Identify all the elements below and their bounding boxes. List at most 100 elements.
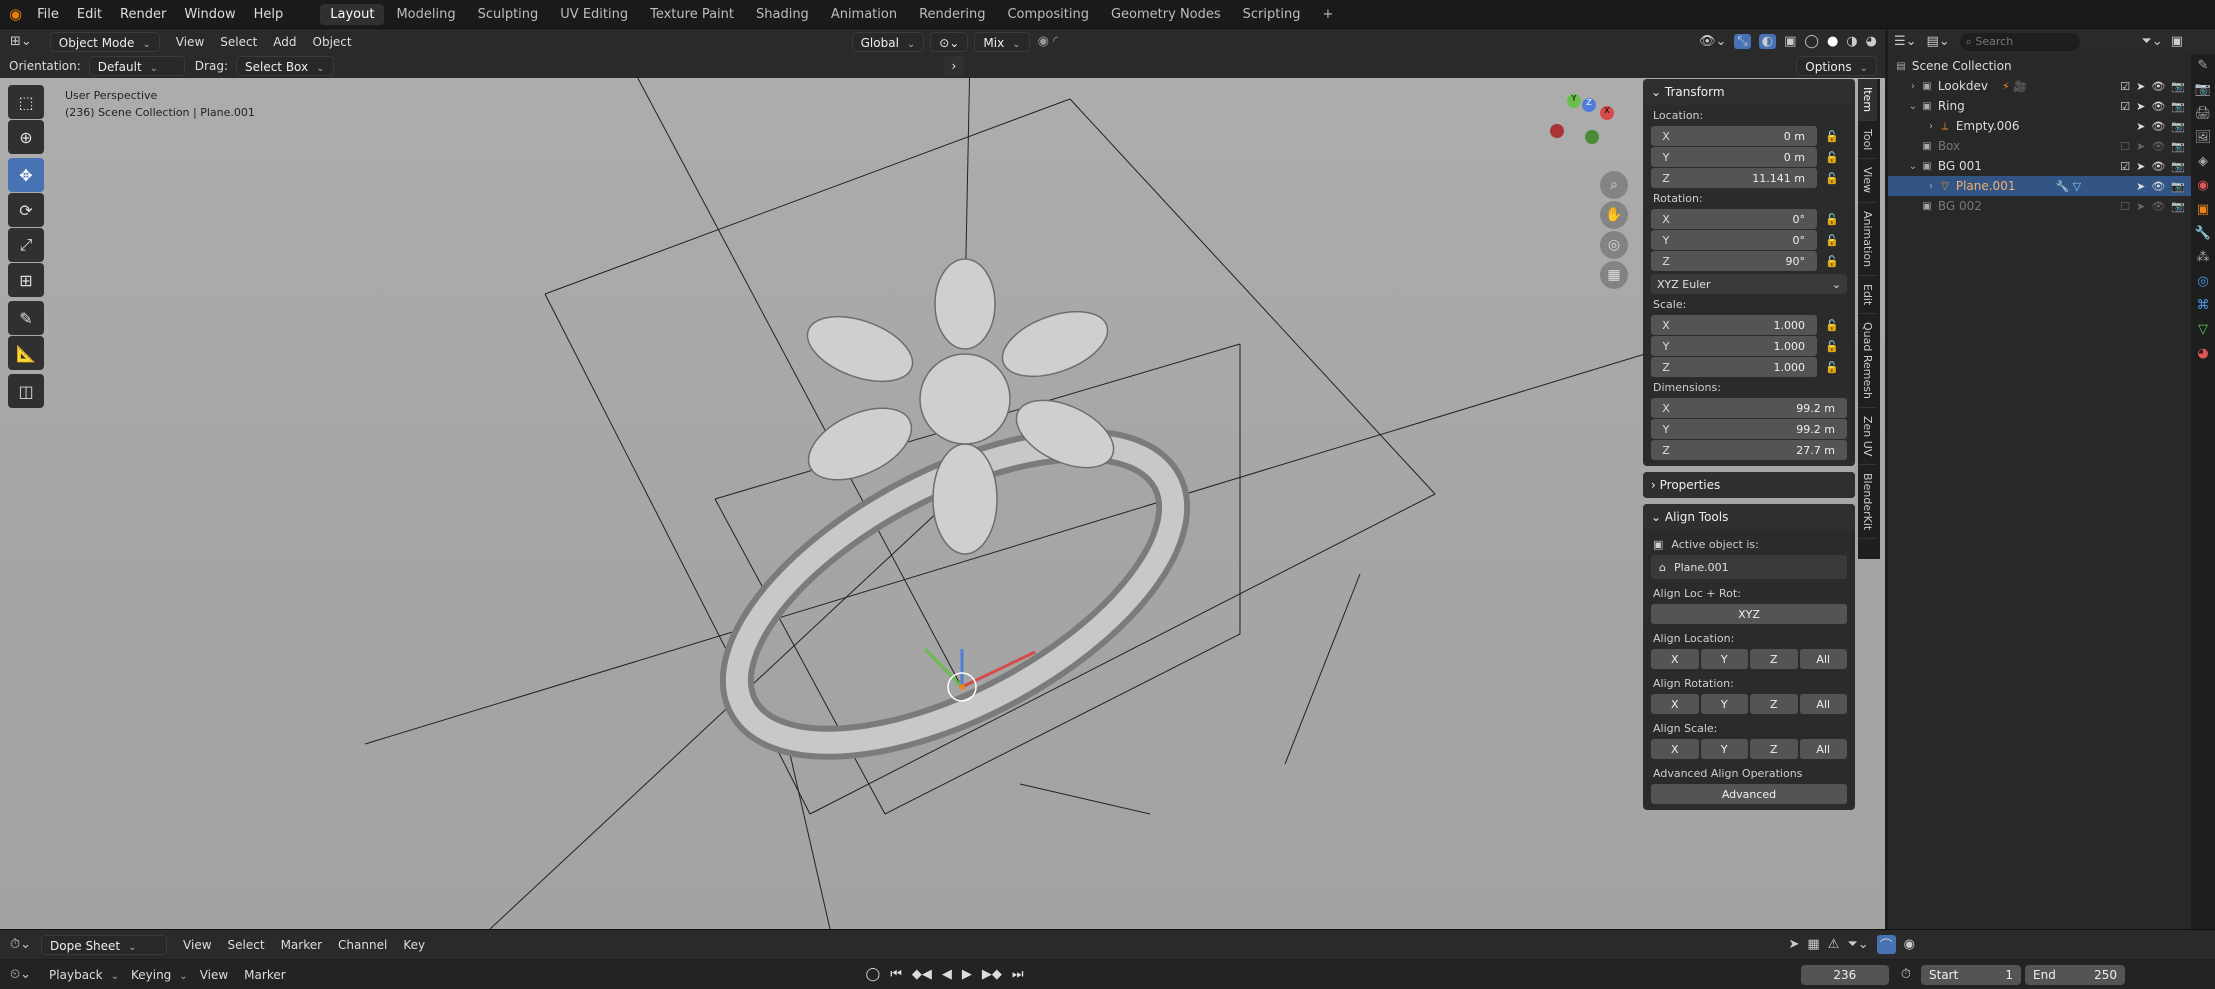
lock-icon[interactable]: 🔓 [1825,151,1839,164]
checkbox-icon[interactable]: ☑ [2120,80,2130,93]
scale-icon[interactable]: ⤢ [8,228,44,262]
object-props-icon[interactable]: ▣ [2191,198,2215,222]
tab-rendering[interactable]: Rendering [909,4,995,25]
rendered-shading-icon[interactable]: ◕ [1866,34,1877,49]
jump-end-icon[interactable]: ⏭ [1012,967,1024,982]
dopesheet-snap-icon[interactable]: ⌒ [1876,935,1896,954]
expand-icon[interactable]: › [1906,81,1920,92]
checkbox-icon[interactable]: ☑ [2120,100,2130,113]
prev-keyframe-icon[interactable]: ◆◀ [912,967,932,982]
move-icon[interactable]: ✥ [8,158,44,192]
outliner-row-lookdev[interactable]: › ▣ Lookdev ⚡ 🎥 ☑ ➤ 👁 📷 [1888,76,2215,96]
options-dropdown[interactable]: Options [1796,56,1877,76]
data-props-icon[interactable]: ▽ [2191,318,2215,342]
transform-header[interactable]: ⌄ Transform [1643,79,1855,105]
tab-sculpting[interactable]: Sculpting [468,4,549,25]
clock-icon[interactable]: ⏱ [1901,967,1911,982]
proportional-edit-icon[interactable]: ◉ ◜ [1038,34,1059,49]
select-arrow-icon[interactable]: ➤ [2136,160,2145,173]
lock-icon[interactable]: 🔓 [1825,234,1839,247]
tab-edit[interactable]: Edit [1858,276,1877,314]
axis-z-icon[interactable]: Z [1582,98,1596,112]
dopesheet-key[interactable]: Key [403,938,425,952]
align-rot-y-button[interactable]: Y [1700,694,1748,714]
new-collection-icon[interactable]: ▣ [2171,34,2183,49]
lock-icon[interactable]: 🔓 [1825,172,1839,185]
annotate-icon[interactable]: ✎ [8,301,44,335]
output-props-icon[interactable]: 🖨 [2191,102,2215,126]
tab-item[interactable]: Item [1858,79,1877,122]
view-layer-icon[interactable]: 🖼 [2191,126,2215,150]
menu-file[interactable]: File [28,7,68,22]
checkbox-icon[interactable]: ☐ [2120,140,2130,153]
material-props-icon[interactable]: ◕ [2191,342,2215,366]
tab-scripting[interactable]: Scripting [1233,4,1311,25]
camera-icon[interactable]: 📷 [2171,100,2185,113]
drag-dropdown[interactable]: Select Box [235,56,334,76]
overlay-icon[interactable]: ◐ [1758,34,1777,49]
current-frame-field[interactable]: 236 [1800,964,1889,985]
menu-view[interactable]: View [176,35,204,49]
outliner-row-plane-001[interactable]: › ▽ Plane.001 🔧 ▽ ➤ 👁 📷 [1888,176,2215,196]
axis-neg-y-icon[interactable] [1585,130,1599,144]
eye-icon[interactable]: 👁 [2151,100,2165,113]
world-props-icon[interactable]: ◉ [2191,174,2215,198]
outliner-row-bg-002[interactable]: ▣ BG 002 ☐ ➤ 👁 📷 [1888,196,2215,216]
add-cube-icon[interactable]: ◫ [8,374,44,408]
timeline-marker[interactable]: Marker [244,968,285,982]
tool-props-icon[interactable]: ✎ [2191,54,2215,78]
eye-icon[interactable]: 👁 [2151,140,2165,153]
collapse-icon[interactable]: ⌄ [1906,101,1920,112]
snap-mix-dropdown[interactable]: Mix [974,31,1030,52]
align-rot-z-button[interactable]: Z [1750,694,1798,714]
tab-shading[interactable]: Shading [746,4,819,25]
align-scale-x-button[interactable]: X [1651,739,1699,759]
outliner-row-empty-006[interactable]: › ⟂ Empty.006 ➤ 👁 📷 [1888,116,2215,136]
orientation-dropdown[interactable]: Default [88,56,185,76]
camera-icon[interactable]: 📷 [2171,180,2185,193]
timeline-view[interactable]: View [200,968,228,982]
dopesheet-marker[interactable]: Marker [281,938,322,952]
collapse-icon[interactable]: ⌄ [1906,161,1920,172]
tab-compositing[interactable]: Compositing [997,4,1099,25]
play-icon[interactable]: ▶ [962,967,972,982]
transform-orientation-dropdown[interactable]: Global [851,31,925,52]
dopesheet-select[interactable]: Select [228,938,265,952]
camera-icon[interactable]: 📷 [2171,160,2185,173]
particles-props-icon[interactable]: ⁂ [2191,246,2215,270]
select-arrow-icon[interactable]: ➤ [2136,180,2145,193]
tab-animation[interactable]: Animation [821,4,907,25]
align-scale-all-button[interactable]: All [1799,739,1847,759]
record-icon[interactable]: ◯ [866,967,881,982]
camera-icon[interactable]: 📷 [2171,80,2185,93]
outliner-row-bg-001[interactable]: ⌄ ▣ BG 001 ☑ ➤ 👁 📷 [1888,156,2215,176]
mode-dropdown[interactable]: Object Mode [49,31,160,52]
tab-uv-editing[interactable]: UV Editing [550,4,638,25]
camera-icon[interactable]: 📷 [2171,140,2185,153]
dopesheet-view[interactable]: View [183,938,211,952]
dimensions-y-field[interactable]: Y 99.2 m [1651,419,1847,439]
pan-hand-icon[interactable]: ✋ [1600,201,1628,229]
end-frame-field[interactable]: End 250 [2025,964,2125,985]
play-reverse-icon[interactable]: ◀ [942,967,952,982]
properties-header[interactable]: › Properties [1643,472,1855,498]
scale-x-field[interactable]: X 1.000 🔓 [1651,315,1839,335]
expand-icon[interactable]: › [1924,121,1938,132]
camera-icon[interactable]: 📷 [2171,120,2185,133]
eye-icon[interactable]: 👁 [2151,120,2165,133]
active-object-field[interactable]: ⌂ Plane.001 [1651,555,1847,579]
gizmo-icon[interactable]: ⤡ [1734,34,1751,49]
expand-icon[interactable]: › [1924,181,1938,192]
hidden-icon[interactable]: ▦ [1807,937,1819,952]
select-arrow-icon[interactable]: ➤ [2136,140,2145,153]
start-frame-field[interactable]: Start 1 [1921,964,2021,985]
constraints-props-icon[interactable]: ⌘ [2191,294,2215,318]
tab-animation-side[interactable]: Animation [1858,203,1877,276]
keying-menu[interactable]: Keying [131,968,188,982]
rotate-icon[interactable]: ⟳ [8,193,44,227]
align-loc-y-button[interactable]: Y [1700,649,1748,669]
tab-view[interactable]: View [1858,159,1877,203]
align-locrot-button[interactable]: XYZ [1651,604,1847,624]
3d-viewport[interactable]: User Perspective (236) Scene Collection … [0,54,1885,929]
eye-icon[interactable]: 👁 [2151,80,2165,93]
